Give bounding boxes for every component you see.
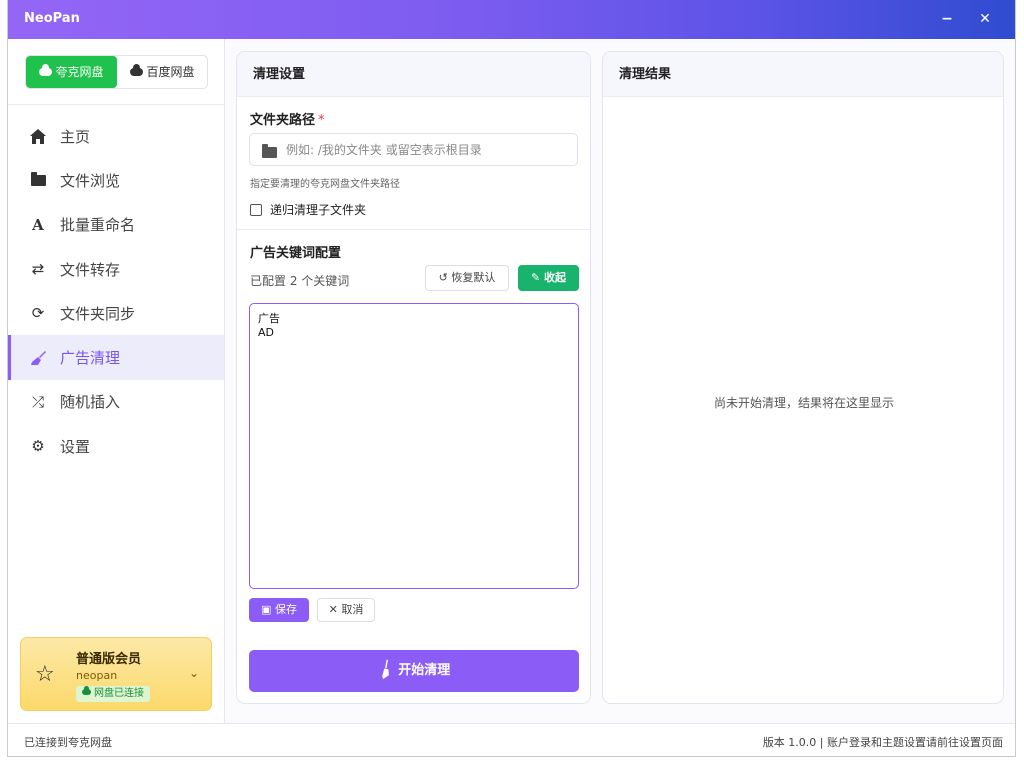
sidebar-item-home[interactable]: 主页 (8, 114, 224, 158)
divider (8, 104, 224, 105)
drive-quark-button[interactable]: 夸克网盘 (26, 56, 117, 88)
empty-state-message: 尚未开始清理，结果将在这里显示 (713, 396, 894, 410)
recursive-label: 递归清理子文件夹 (270, 203, 367, 217)
folder-path-field[interactable] (249, 133, 578, 166)
save-icon: ▣ (261, 603, 272, 616)
sidebar-item-label: 文件夹同步 (60, 304, 136, 323)
sidebar-item-label: 随机插入 (60, 393, 121, 412)
drive-baidu-button[interactable]: 百度网盘 (117, 56, 207, 88)
restore-default-label: 恢复默认 (451, 271, 496, 284)
sidebar-item-label: 文件浏览 (60, 171, 121, 190)
close-button[interactable]: ✕ (974, 8, 996, 30)
connection-badge: 网盘已连接 (76, 686, 150, 702)
drive-switch: 夸克网盘 百度网盘 (25, 55, 208, 89)
version-info: 版本 1.0.0 | 账户登录和主题设置请前往设置页面 (762, 736, 1003, 749)
cloud-icon (130, 63, 144, 76)
app-title: NeoPan (24, 11, 80, 26)
save-label: 保存 (274, 603, 297, 616)
member-card[interactable]: ☆ 普通版会员 neopan 网盘已连接 ⌄ (20, 637, 212, 711)
panel-title: 清理设置 (237, 52, 590, 97)
folder-path-input[interactable] (286, 134, 571, 165)
edit-icon: ✎ (530, 271, 541, 284)
main-content: 清理设置 文件夹路径* 指定要清理的夸克网盘文件夹路径 递归清理子文件夹 广告关… (225, 39, 1015, 723)
keywords-count: 已配置 2 个关键词 (250, 274, 350, 288)
chevron-down-icon[interactable]: ⌄ (189, 666, 199, 680)
connection-status: 已连接到夸克网盘 (24, 736, 112, 749)
cancel-button[interactable]: ✕ 取消 (317, 598, 375, 622)
member-title: 普通版会员 (76, 652, 142, 667)
app-window: NeoPan − ✕ 夸克网盘 百度网盘 主页 文件浏览 A 批量重命名 ⇄ 文… (7, 0, 1016, 757)
path-field-label: 文件夹路径 * (250, 109, 325, 128)
undo-icon: ↺ (438, 271, 448, 284)
collapse-button[interactable]: ✎ 收起 (518, 265, 579, 291)
path-field-label-text: 文件夹路径 (250, 113, 316, 128)
shuffle-icon: ⤮ (31, 392, 44, 411)
broom-icon (28, 350, 48, 366)
gear-icon: ⚙ (31, 437, 45, 456)
collapse-label: 收起 (544, 271, 567, 284)
sidebar-item-random-insert[interactable]: ⤮ 随机插入 (8, 380, 224, 424)
sidebar-item-settings[interactable]: ⚙ 设置 (8, 424, 224, 468)
sidebar-item-label: 主页 (60, 127, 91, 146)
folder-icon (262, 144, 277, 158)
keywords-textarea[interactable]: 广告 AD (249, 303, 579, 589)
status-bar: 已连接到夸克网盘 版本 1.0.0 | 账户登录和主题设置请前往设置页面 (8, 723, 1015, 756)
drive-quark-label: 夸克网盘 (55, 65, 104, 79)
divider (237, 229, 590, 230)
sync-icon: ⟳ (31, 304, 45, 323)
path-hint: 指定要清理的夸克网盘文件夹路径 (250, 179, 400, 190)
sidebar-item-file-browse[interactable]: 文件浏览 (8, 158, 224, 202)
drive-baidu-label: 百度网盘 (146, 65, 195, 79)
transfer-icon: ⇄ (31, 260, 45, 279)
sidebar: 夸克网盘 百度网盘 主页 文件浏览 A 批量重命名 ⇄ 文件转存 ⟳ 文件夹同步… (8, 39, 225, 723)
recursive-checkbox[interactable] (250, 203, 262, 216)
cloud-icon (39, 63, 53, 76)
home-icon (28, 128, 48, 144)
cleanup-settings-panel: 清理设置 文件夹路径* 指定要清理的夸克网盘文件夹路径 递归清理子文件夹 广告关… (236, 51, 591, 704)
cleanup-results-panel: 清理结果 尚未开始清理，结果将在这里显示 (602, 51, 1004, 704)
start-cleanup-button[interactable]: 开始清理 (249, 650, 579, 692)
sidebar-item-label: 设置 (60, 437, 91, 456)
sidebar-item-batch-rename[interactable]: A 批量重命名 (8, 203, 224, 247)
sidebar-item-folder-sync[interactable]: ⟳ 文件夹同步 (8, 291, 224, 335)
recursive-option[interactable]: 递归清理子文件夹 (250, 201, 366, 218)
close-icon: ✕ (328, 603, 338, 616)
keywords-section-title: 广告关键词配置 (250, 246, 342, 261)
minimize-button[interactable]: − (936, 8, 958, 30)
member-username: neopan (76, 669, 118, 682)
panel-title: 清理结果 (603, 52, 1003, 97)
sidebar-item-label: 广告清理 (60, 349, 121, 368)
save-button[interactable]: ▣ 保存 (249, 598, 309, 622)
folder-icon (28, 171, 48, 186)
required-mark: * (318, 113, 325, 128)
cloud-icon (82, 686, 91, 695)
sidebar-item-ad-cleanup[interactable]: 广告清理 (8, 335, 224, 381)
sidebar-item-file-transfer[interactable]: ⇄ 文件转存 (8, 247, 224, 291)
start-cleanup-label: 开始清理 (398, 663, 451, 678)
sidebar-item-label: 文件转存 (60, 260, 121, 279)
cancel-label: 取消 (341, 603, 364, 616)
font-icon: A (32, 215, 44, 234)
sidebar-item-label: 批量重命名 (60, 216, 136, 235)
sidebar-nav: 主页 文件浏览 A 批量重命名 ⇄ 文件转存 ⟳ 文件夹同步 广告清理 ⤮ 随机… (8, 114, 224, 468)
star-icon: ☆ (35, 662, 55, 687)
connection-badge-label: 网盘已连接 (94, 688, 144, 699)
title-bar: NeoPan − ✕ (8, 0, 1015, 39)
restore-default-button[interactable]: ↺ 恢复默认 (425, 265, 509, 291)
